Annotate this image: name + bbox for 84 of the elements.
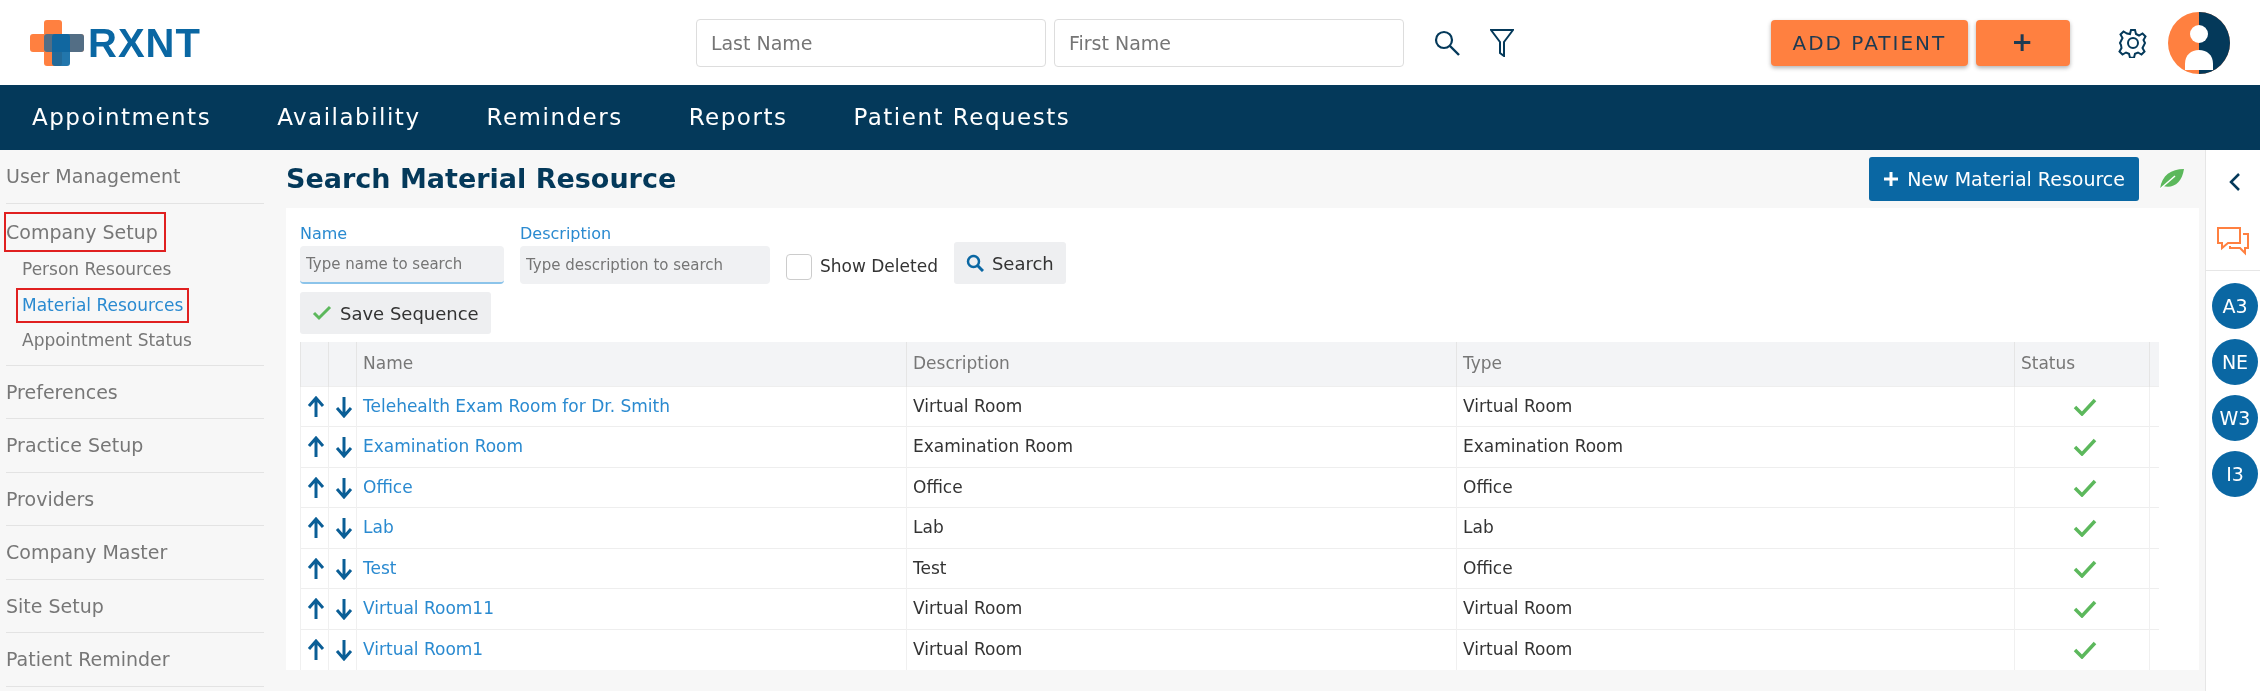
field-label: Description [520, 223, 613, 245]
sidebar-item[interactable]: Company Setup [6, 213, 164, 250]
table-cell: Test [913, 557, 947, 578]
table-cell: Office [1463, 557, 1513, 578]
down-arrow-icon[interactable] [335, 598, 353, 620]
nav-link[interactable]: Availability [277, 100, 421, 135]
table-cell: Office [913, 476, 963, 497]
table-cell: Lab [913, 517, 944, 537]
resource-link[interactable]: Test [363, 557, 397, 578]
down-arrow-icon[interactable] [335, 436, 353, 458]
column-header: Description [906, 342, 1457, 386]
column-header: Status [2014, 342, 2150, 386]
nav-link[interactable]: Reports [688, 100, 788, 135]
check-icon [312, 305, 332, 321]
user-avatar-icon[interactable] [2168, 11, 2230, 74]
filter-icon[interactable] [1489, 28, 1514, 57]
up-arrow-icon[interactable] [307, 476, 325, 499]
search-field[interactable]: Last Name [695, 18, 1046, 67]
save-sequence-button[interactable]: Save Sequence [300, 292, 491, 334]
cross-logo-icon [30, 19, 84, 66]
up-arrow-icon[interactable] [307, 557, 325, 580]
resource-link[interactable]: Office [363, 476, 413, 497]
search-field[interactable]: First Name [1053, 18, 1404, 67]
sidebar-item[interactable]: Preferences [6, 365, 264, 419]
down-arrow-icon[interactable] [335, 476, 353, 499]
nav-link[interactable]: Reminders [486, 100, 623, 135]
user-badge[interactable]: NE [2212, 339, 2258, 385]
resource-link[interactable]: Virtual Room1 [363, 638, 484, 659]
sidebar-subitem[interactable]: Person Resources [18, 254, 176, 286]
text-field[interactable]: Type name to search [300, 246, 504, 284]
page-title: Search Material Resource [286, 161, 677, 196]
up-arrow-icon[interactable] [307, 517, 325, 539]
add-patient-button[interactable]: ADD PATIENT [1770, 19, 1969, 66]
add-button[interactable]: + [1976, 19, 2070, 66]
field-label: Name [300, 223, 349, 245]
checkbox-label: Show Deleted [820, 255, 938, 279]
sidebar-subitem[interactable]: Appointment Status [18, 325, 196, 357]
table-cell: Virtual Room [913, 395, 1023, 416]
resource-link[interactable]: Examination Room [363, 436, 524, 456]
table-cell: Virtual Room [1463, 395, 1573, 416]
up-arrow-icon[interactable] [307, 598, 325, 620]
nav-link[interactable]: Patient Requests [853, 100, 1071, 135]
sidebar-subitem[interactable]: Material Resources [18, 289, 188, 321]
table-cell: Virtual Room [913, 638, 1023, 659]
chevron-left-icon[interactable] [2228, 172, 2242, 192]
table-cell: Virtual Room [913, 598, 1023, 618]
up-arrow-icon[interactable] [307, 395, 325, 418]
column-header: Name [356, 342, 907, 386]
checkbox[interactable] [786, 254, 812, 280]
search-icon[interactable] [1433, 29, 1460, 56]
resource-link[interactable]: Telehealth Exam Room for Dr. Smith [363, 395, 670, 416]
down-arrow-icon[interactable] [335, 557, 353, 580]
text-field[interactable]: Type description to search [520, 246, 770, 284]
settings-icon[interactable] [2118, 27, 2148, 58]
table-cell: Virtual Room [1463, 638, 1573, 659]
plus-icon [1883, 171, 1900, 187]
nav-link[interactable]: Appointments [32, 100, 212, 135]
sidebar-item[interactable]: Company Master [6, 526, 264, 580]
resource-link[interactable]: Virtual Room11 [363, 598, 494, 618]
up-arrow-icon[interactable] [307, 436, 325, 458]
resource-link[interactable]: Lab [363, 517, 394, 537]
sidebar-item[interactable]: User Management [6, 150, 264, 204]
sidebar-item[interactable]: Practice Setup [6, 419, 264, 473]
sidebar-item[interactable]: Patient Reminder [6, 633, 264, 687]
search-icon [965, 254, 984, 272]
table-cell: Examination Room [913, 436, 1074, 456]
table-cell: Examination Room [1463, 436, 1624, 456]
sidebar-item[interactable]: Site Setup [6, 579, 264, 633]
sidebar-item[interactable]: Providers [6, 472, 264, 526]
user-badge[interactable]: A3 [2212, 283, 2258, 329]
leaf-icon [2157, 167, 2185, 191]
logo-text: RXNT [88, 19, 201, 67]
new-material-resource-button[interactable]: New Material Resource [1869, 157, 2139, 201]
down-arrow-icon[interactable] [335, 395, 353, 418]
user-badge[interactable]: I3 [2212, 451, 2258, 497]
table-cell: Virtual Room [1463, 598, 1573, 618]
down-arrow-icon[interactable] [335, 638, 353, 661]
search-button[interactable]: Search [953, 242, 1066, 284]
column-header: Type [1456, 342, 2015, 386]
up-arrow-icon[interactable] [307, 638, 325, 661]
table-cell: Lab [1463, 517, 1494, 537]
table-cell: Office [1463, 476, 1513, 497]
down-arrow-icon[interactable] [335, 517, 353, 539]
user-badge[interactable]: W3 [2212, 395, 2258, 441]
